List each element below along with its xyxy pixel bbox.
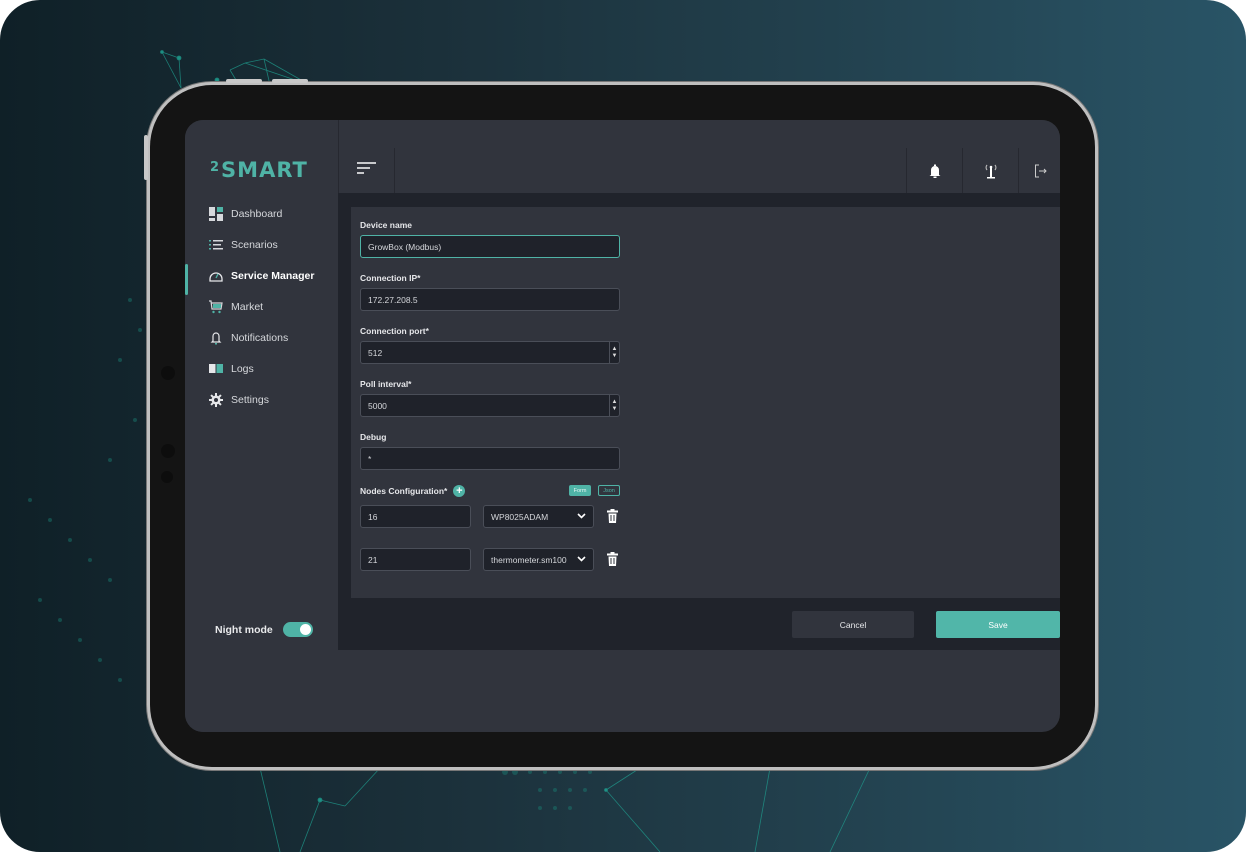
poll-interval-label: Poll interval* — [360, 379, 412, 389]
sidebar-item-label: Dashboard — [231, 207, 283, 220]
stepper-down-icon[interactable]: ▼ — [612, 353, 618, 360]
camera-dot — [161, 471, 173, 483]
book-icon — [209, 362, 223, 376]
camera-dot — [161, 366, 175, 380]
node-row: 21 thermometer.sm100 — [360, 548, 625, 571]
connection-port-value: 512 — [368, 347, 383, 358]
sidebar-item-label: Market — [231, 300, 264, 313]
cancel-button[interactable]: Cancel — [792, 611, 914, 638]
node-id-value: 21 — [368, 554, 378, 565]
sidebar-item-dashboard[interactable]: Dashboard — [185, 198, 338, 229]
poll-interval-input[interactable]: 5000 ▲ ▼ — [360, 394, 620, 417]
top-header — [338, 120, 1060, 193]
list-icon — [209, 238, 223, 252]
debug-input[interactable]: * — [360, 447, 620, 470]
stepper-up-icon[interactable]: ▲ — [612, 346, 618, 353]
sidebar-item-service-manager[interactable]: Service Manager — [185, 260, 338, 295]
trash-icon[interactable] — [607, 552, 618, 566]
sidebar-item-scenarios[interactable]: Scenarios — [185, 229, 338, 260]
device-form: Device name GrowBox (Modbus) Connection … — [351, 207, 1060, 598]
logout-icon — [1035, 164, 1047, 177]
gauge-icon — [209, 269, 223, 283]
connection-ip-field: Connection IP* 172.27.208.5 — [360, 273, 620, 311]
poll-interval-field: Poll interval* 5000 ▲ ▼ — [360, 379, 620, 417]
poll-interval-value: 5000 — [368, 400, 387, 411]
debug-value: * — [368, 453, 372, 464]
connection-port-label: Connection port* — [360, 326, 429, 336]
chevron-down-icon — [577, 513, 586, 519]
cart-icon — [209, 299, 223, 314]
connection-port-field: Connection port* 512 ▲ ▼ — [360, 326, 620, 364]
device-name-input[interactable]: GrowBox (Modbus) — [360, 235, 620, 258]
node-id-value: 16 — [368, 511, 378, 522]
connection-status-button[interactable] — [962, 148, 1018, 193]
stepper-up-icon[interactable]: ▲ — [612, 399, 618, 406]
sidebar-item-label: Service Manager — [231, 269, 315, 282]
tablet-frame: 2SMART Dashboard Scenarios Service Manag… — [144, 79, 1095, 767]
sidebar-item-label: Settings — [231, 393, 269, 406]
sidebar-item-label: Scenarios — [231, 238, 278, 251]
add-node-button[interactable]: + — [453, 485, 466, 497]
connection-ip-input[interactable]: 172.27.208.5 — [360, 288, 620, 311]
bell-icon — [209, 331, 223, 345]
gear-icon — [209, 392, 223, 407]
camera-dot — [161, 444, 175, 458]
sidebar: 2SMART Dashboard Scenarios Service Manag… — [185, 120, 338, 732]
debug-label: Debug — [360, 432, 387, 442]
form-footer: Cancel Save — [338, 598, 1060, 650]
night-mode: Night mode — [215, 622, 313, 637]
node-row: 16 WP8025ADAM — [360, 505, 625, 528]
trash-icon[interactable] — [607, 509, 618, 523]
antenna-icon — [985, 164, 996, 178]
save-button[interactable]: Save — [936, 611, 1060, 638]
device-name-value: GrowBox (Modbus) — [368, 241, 442, 252]
device-name-field: Device name GrowBox (Modbus) — [360, 220, 620, 258]
node-id-input[interactable]: 21 — [360, 548, 471, 571]
menu-icon-line — [357, 167, 370, 169]
connection-ip-value: 172.27.208.5 — [368, 294, 418, 305]
menu-icon — [357, 162, 376, 164]
chevron-down-icon — [577, 556, 586, 562]
sidebar-nav: Dashboard Scenarios Service Manager Mark… — [185, 198, 338, 415]
sidebar-item-label: Notifications — [231, 331, 289, 344]
node-type-value: WP8025ADAM — [491, 511, 549, 522]
node-id-input[interactable]: 16 — [360, 505, 471, 528]
plus-icon: + — [456, 485, 463, 497]
night-mode-toggle[interactable] — [282, 622, 313, 637]
night-mode-label: Night mode — [215, 623, 273, 636]
node-type-select[interactable]: WP8025ADAM — [483, 505, 594, 528]
dashboard-icon — [209, 206, 223, 221]
app-screen: 2SMART Dashboard Scenarios Service Manag… — [185, 120, 1060, 732]
stepper-down-icon[interactable]: ▼ — [612, 406, 618, 413]
sidebar-item-notifications[interactable]: Notifications — [185, 322, 338, 353]
volume-button — [226, 79, 262, 83]
notifications-button[interactable] — [906, 148, 962, 193]
form-mode-button[interactable]: Form — [569, 485, 591, 496]
logo: 2SMART — [210, 158, 308, 182]
connection-port-input[interactable]: 512 ▲ ▼ — [360, 341, 620, 364]
nodes-configuration-label: Nodes Configuration* — [360, 486, 448, 496]
logo-sup: 2 — [210, 160, 221, 175]
nodes-configuration-header: Nodes Configuration* + Form Json — [360, 483, 620, 499]
sidebar-item-settings[interactable]: Settings — [185, 384, 338, 415]
content-area: Device name GrowBox (Modbus) Connection … — [338, 193, 1060, 650]
connection-ip-label: Connection IP* — [360, 273, 421, 283]
menu-button[interactable] — [339, 148, 395, 193]
sidebar-item-logs[interactable]: Logs — [185, 353, 338, 384]
node-type-value: thermometer.sm100 — [491, 554, 567, 565]
logo-text: SMART — [221, 158, 308, 182]
debug-field: Debug * — [360, 432, 620, 470]
sidebar-item-label: Logs — [231, 362, 254, 375]
node-type-select[interactable]: thermometer.sm100 — [483, 548, 594, 571]
volume-button — [272, 79, 308, 83]
json-mode-button[interactable]: Json — [598, 485, 620, 496]
logout-button[interactable] — [1018, 148, 1060, 193]
device-name-label: Device name — [360, 220, 412, 230]
power-button — [144, 135, 148, 180]
bell-icon — [929, 164, 940, 178]
poll-interval-stepper[interactable]: ▲ ▼ — [609, 395, 619, 416]
sidebar-item-market[interactable]: Market — [185, 291, 338, 322]
menu-icon-line — [357, 172, 364, 174]
port-stepper[interactable]: ▲ ▼ — [609, 342, 619, 363]
